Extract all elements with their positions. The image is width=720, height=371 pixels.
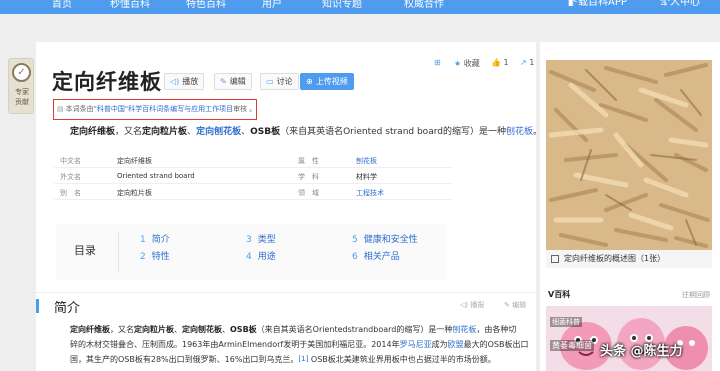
nav-miaodong[interactable]: 秒懂百科 bbox=[110, 0, 150, 12]
toc-item-health-safety[interactable]: 5 健康和安全性 bbox=[352, 232, 418, 245]
main-content: 定向纤维板 ◁) 播放 ✎ 编辑 ▭ 讨论 ⊕ 上传视频 ⊞ ★ 收藏 👍 1 ↗ 1 … bbox=[36, 42, 542, 371]
share-icon: ↗ bbox=[520, 58, 527, 67]
toc-item-intro[interactable]: 1 简介 bbox=[140, 232, 170, 245]
review-notice: ▤ 本词条由"科普中国"科学百科词条编写与应用工作项目审核 。 bbox=[53, 99, 257, 120]
section-marker bbox=[36, 299, 39, 313]
expert-contribution-widget[interactable]: ✓ 专家贡献 bbox=[8, 58, 34, 114]
toc-item-types[interactable]: 3 类型 bbox=[246, 232, 276, 245]
v-baike-video-thumbnail[interactable] bbox=[546, 306, 712, 371]
info-row: 别 名 定向粒片板 领 域 工程技术 bbox=[54, 184, 452, 200]
link-eu[interactable]: 欧盟 bbox=[448, 340, 464, 349]
upload-icon: ⊕ bbox=[306, 77, 313, 86]
nav-user[interactable]: 用户 bbox=[262, 0, 282, 12]
upload-video-button[interactable]: ⊕ 上传视频 bbox=[300, 73, 354, 90]
expert-label: 专家 bbox=[15, 88, 29, 96]
watermark: 头条 @陈生力 bbox=[600, 344, 683, 359]
info-link-attribute[interactable]: 刨花板 bbox=[356, 156, 377, 166]
nav-featured[interactable]: 特色百科 bbox=[186, 0, 226, 12]
nav-partners[interactable]: 权威合作 bbox=[404, 0, 444, 12]
like-button[interactable]: 👍 1 bbox=[491, 58, 509, 67]
v-baike-header: V百科 往期回顾 bbox=[546, 286, 712, 304]
pencil-icon: ✎ bbox=[504, 301, 510, 309]
document-icon: ▤ bbox=[57, 105, 64, 113]
download-app-label: 下载百科APP bbox=[568, 0, 627, 8]
top-nav: 首页 秒懂百科 特色百科 用户 知识专题 权威合作 ▮ 下载百科APP ♙ 个人中心 bbox=[0, 0, 720, 14]
v-baike-title: V百科 bbox=[548, 290, 571, 299]
discuss-button[interactable]: ▭ 讨论 bbox=[260, 73, 299, 90]
chat-icon: ▭ bbox=[266, 77, 274, 86]
toc-item-properties[interactable]: 2 特性 bbox=[140, 249, 170, 262]
personal-center-label: 个人中心 bbox=[660, 0, 700, 8]
add-icon-button[interactable]: ⊞ bbox=[434, 58, 441, 67]
right-sidebar: 定向纤维板的概述图（1张） V百科 往期回顾 细菌科普 黄萎毒细菌 bbox=[540, 42, 720, 371]
pencil-icon: ✎ bbox=[220, 77, 227, 86]
v-video-tag: 细菌科普 bbox=[550, 317, 582, 327]
expert-badge-icon: ✓ bbox=[12, 63, 31, 82]
review-project-link[interactable]: "科普中国"科学百科词条编写与应用工作项目 bbox=[94, 105, 233, 113]
image-icon bbox=[551, 255, 559, 263]
link-romania[interactable]: 罗马尼亚 bbox=[400, 340, 432, 349]
nav-topics[interactable]: 知识专题 bbox=[322, 0, 362, 12]
entry-photo[interactable] bbox=[546, 60, 712, 250]
info-link-field[interactable]: 工程技术 bbox=[356, 188, 384, 198]
link-particleboard-2[interactable]: 刨花板 bbox=[452, 325, 476, 334]
info-row: 中文名 定向纤维板 属 性 刨花板 bbox=[54, 152, 452, 168]
section-edit-button[interactable]: ✎ 编辑 bbox=[504, 300, 526, 310]
favorite-button[interactable]: ★ 收藏 bbox=[454, 58, 480, 69]
section-body: 定向纤维板，又名定向粒片板、定向刨花板、OSB板（来自其英语名Orienteds… bbox=[70, 325, 529, 364]
speaker-icon: ◁) bbox=[460, 301, 469, 309]
reference-link[interactable]: [1] bbox=[298, 355, 308, 363]
section-play-button[interactable]: ◁) 播报 bbox=[460, 300, 484, 310]
toc-heading: 目录 bbox=[74, 244, 96, 257]
table-of-contents: 目录 1 简介 2 特性 3 类型 4 用途 5 健康和安全性 6 相关产品 bbox=[56, 224, 446, 280]
share-button[interactable]: ↗ 1 bbox=[520, 58, 534, 67]
section-title-intro: 简介 bbox=[54, 301, 81, 316]
v-baike-more-link[interactable]: 往期回顾 bbox=[682, 286, 710, 304]
photo-caption[interactable]: 定向纤维板的概述图（1张） bbox=[546, 250, 712, 268]
toc-item-uses[interactable]: 4 用途 bbox=[246, 249, 276, 262]
thumbs-up-icon: 👍 bbox=[491, 58, 501, 67]
play-button[interactable]: ◁) 播放 bbox=[164, 73, 205, 90]
entry-title: 定向纤维板 bbox=[52, 70, 162, 94]
contribution-label: 贡献 bbox=[15, 98, 29, 106]
entry-summary: 定向纤维板，又名定向粒片板、定向刨花板、OSB板（来自其英语名Oriented … bbox=[70, 127, 542, 137]
plus-square-icon: ⊞ bbox=[434, 58, 441, 67]
link-particleboard[interactable]: 刨花板 bbox=[506, 127, 533, 137]
nav-home[interactable]: 首页 bbox=[52, 0, 72, 12]
bacteria-cartoon-image bbox=[546, 306, 712, 371]
edit-button[interactable]: ✎ 编辑 bbox=[214, 73, 252, 90]
speaker-icon: ◁) bbox=[170, 77, 180, 86]
info-row: 外文名 Oriented strand board 学 科 材料学 bbox=[54, 168, 452, 184]
v-video-title[interactable]: 黄萎毒细菌 bbox=[550, 340, 594, 351]
star-icon: ★ bbox=[454, 59, 462, 68]
toc-item-related-products[interactable]: 6 相关产品 bbox=[352, 249, 400, 262]
osb-texture-image bbox=[546, 60, 712, 250]
link-osb[interactable]: 定向刨花板 bbox=[196, 127, 241, 137]
